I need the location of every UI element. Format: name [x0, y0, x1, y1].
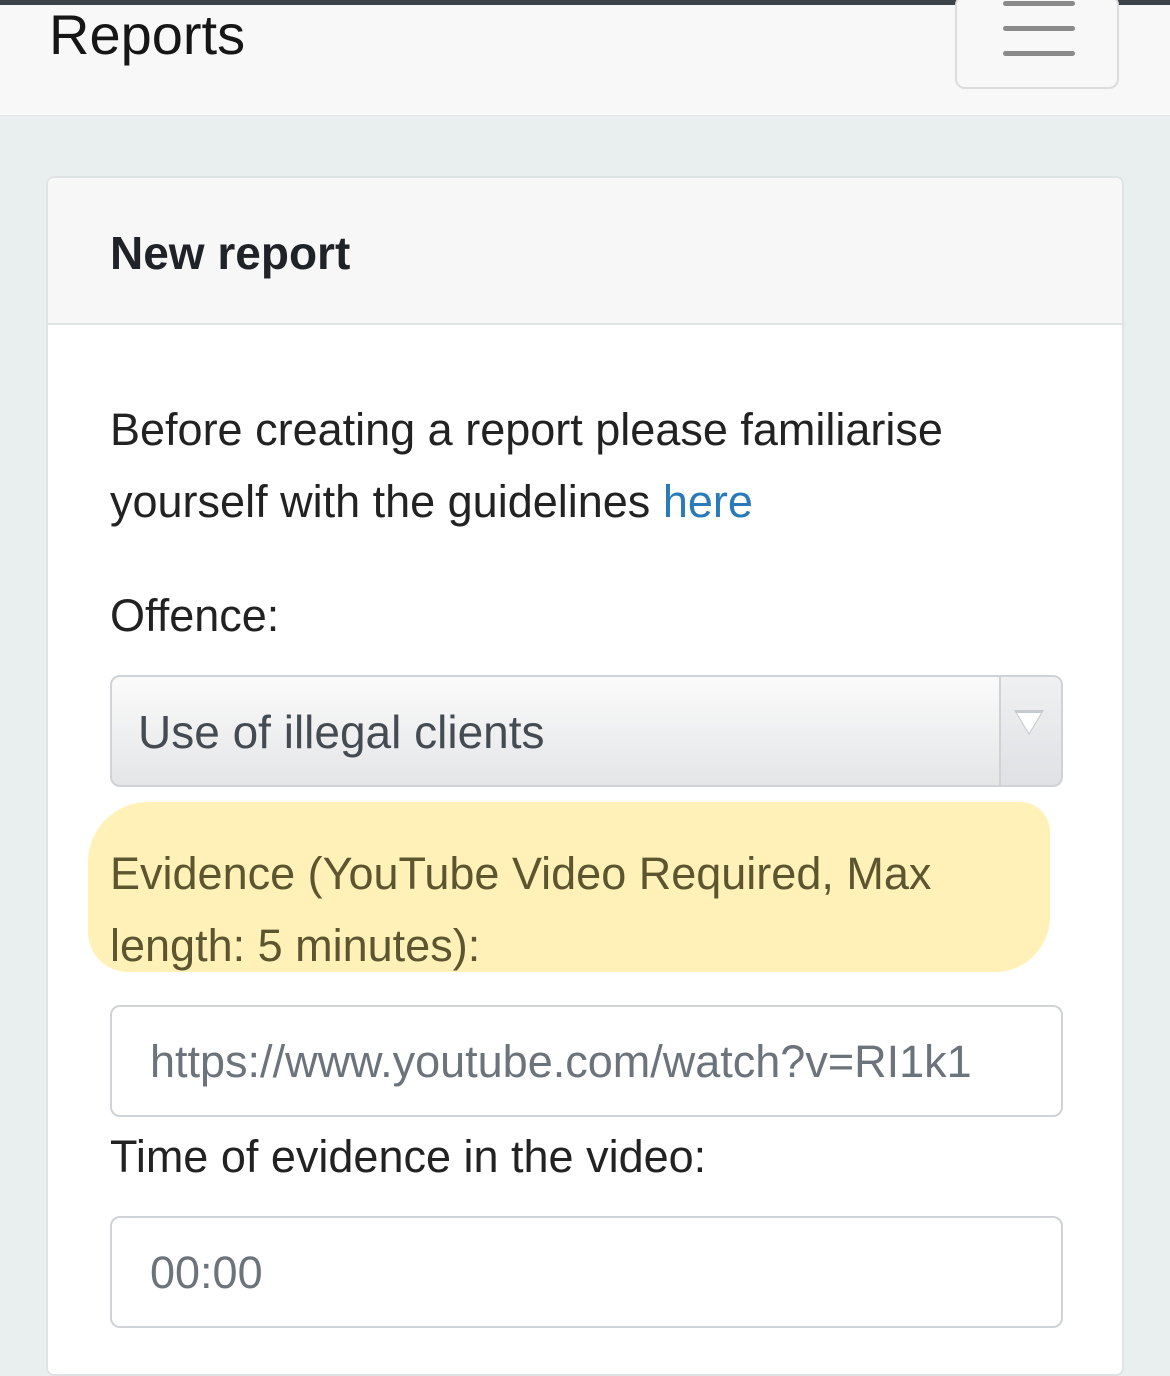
hamburger-menu-icon	[1003, 1, 1075, 6]
time-input[interactable]: 00:00	[110, 1216, 1063, 1328]
offence-select[interactable]: Use of illegal clients	[110, 675, 1063, 787]
intro-text-body: Before creating a report please familiar…	[110, 404, 943, 527]
chevron-down-icon	[1017, 713, 1041, 733]
report-card: New report Before creating a report plea…	[46, 176, 1124, 1376]
navbar: Reports	[0, 0, 1170, 116]
time-label: Time of evidence in the video:	[110, 1131, 707, 1182]
evidence-label: Evidence (YouTube Video Required, Max le…	[110, 848, 932, 971]
guidelines-link[interactable]: here	[663, 476, 753, 527]
card-header: New report	[48, 178, 1122, 325]
time-placeholder: 00:00	[150, 1247, 263, 1298]
evidence-url-input[interactable]: https://www.youtube.com/watch?v=RI1k1	[110, 1005, 1063, 1117]
page-title: Reports	[49, 3, 246, 66]
hamburger-menu-icon	[1003, 26, 1075, 31]
intro-text: Before creating a report please familiar…	[110, 394, 1070, 538]
hamburger-menu-button[interactable]	[955, 0, 1119, 89]
offence-selected-value: Use of illegal clients	[138, 706, 545, 758]
card-title: New report	[110, 227, 351, 279]
hamburger-menu-icon	[1003, 51, 1075, 56]
offence-label: Offence:	[110, 590, 280, 641]
evidence-url-value: https://www.youtube.com/watch?v=RI1k1	[150, 1036, 972, 1087]
select-arrow-box[interactable]	[999, 677, 1061, 785]
